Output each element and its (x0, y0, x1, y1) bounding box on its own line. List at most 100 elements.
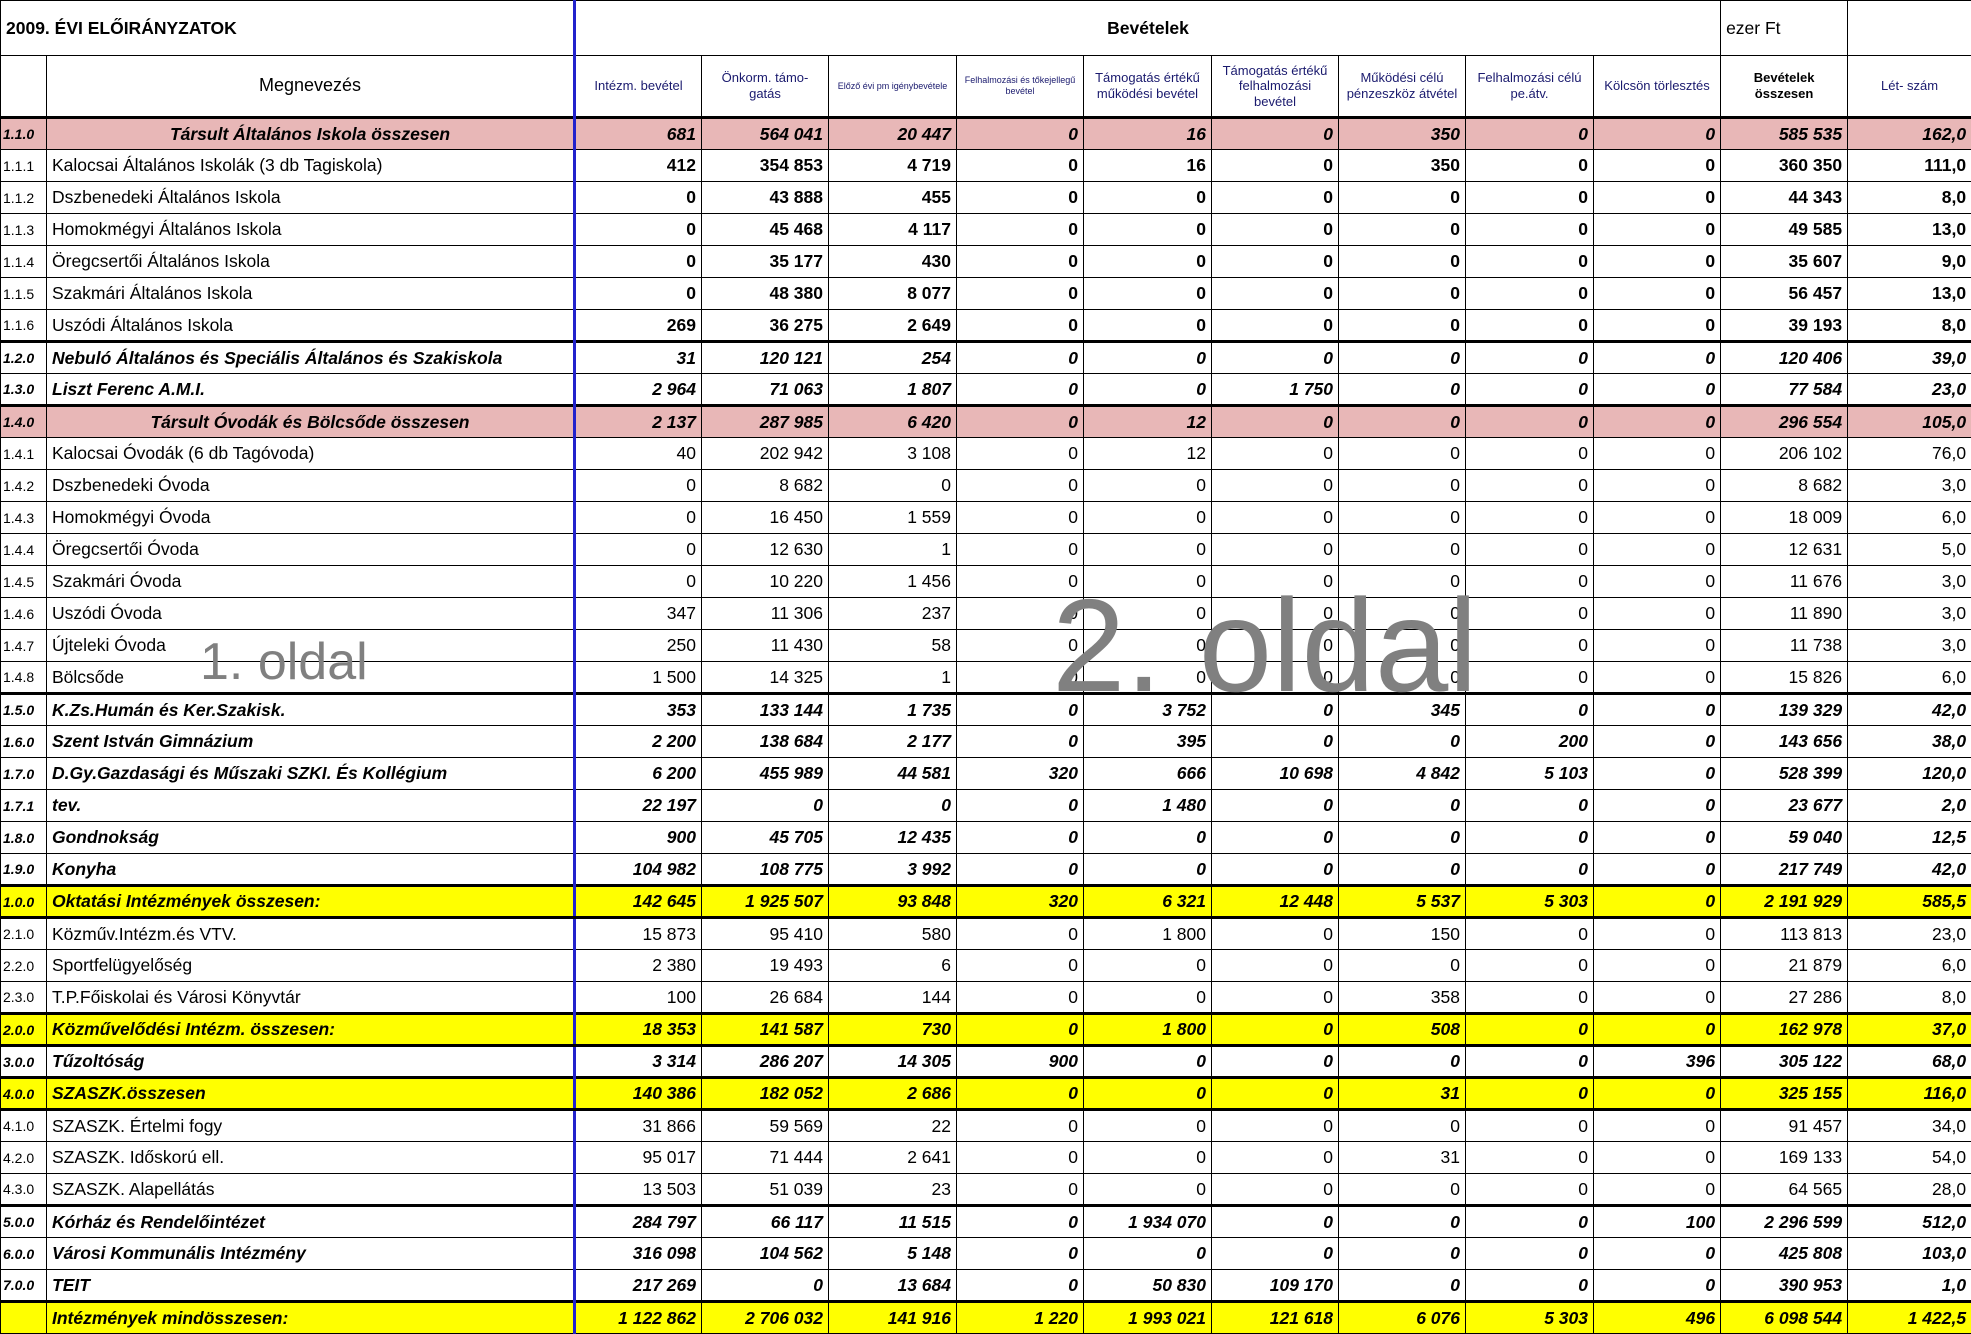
cell-value: 0 (956, 1076, 1084, 1111)
cell-value: 0 (1592, 340, 1722, 374)
cell-value: 31 866 (574, 1109, 702, 1142)
cell-value: 31 (574, 340, 702, 374)
cell-value: 162,0 (1847, 116, 1971, 150)
cell-value: 0 (956, 309, 1084, 342)
cell-value: 0 (956, 404, 1084, 438)
cell-value: 38,0 (1847, 725, 1971, 758)
cell-value: 430 (828, 245, 957, 278)
cell-value: 412 (574, 149, 702, 182)
cell-value: 325 155 (1720, 1076, 1849, 1111)
cell-value: 0 (956, 1141, 1084, 1174)
cell-value: 141 916 (828, 1300, 957, 1334)
row-code: 1.4.1 (0, 437, 47, 470)
table-row: 4.1.0 SZASZK. Értelmi fogy 31 866 59 569 22 0… (0, 1109, 1971, 1142)
cell-value: 1 559 (828, 501, 957, 534)
cell-value: 0 (1338, 277, 1466, 310)
cell-value: 0 (1465, 277, 1594, 310)
cell-value: 2 641 (828, 1141, 957, 1174)
row-code: 5.0.0 (0, 1204, 47, 1238)
cell-value: 0 (1211, 1204, 1339, 1238)
cell-value: 4 842 (1338, 757, 1466, 790)
row-code: 1.1.6 (0, 309, 47, 342)
cell-value: 3 752 (1083, 692, 1212, 726)
row-name: Dszbenedeki Általános Iskola (46, 181, 576, 214)
row-name: Tűzoltóság (46, 1045, 576, 1078)
cell-value: 585,5 (1847, 884, 1971, 919)
cell-value: 14 305 (828, 1045, 957, 1078)
table-row: 1.1.4 Öregcsertői Általános Iskola 0 35 177… (0, 245, 1971, 278)
cell-value: 2 191 929 (1720, 884, 1849, 919)
cell-value: 0 (1465, 821, 1594, 854)
cell-value: 580 (828, 917, 957, 950)
col-header-kolcson: Kölcsön törlesztés (1592, 55, 1722, 118)
cell-value: 91 457 (1720, 1109, 1849, 1142)
cell-value: 6,0 (1847, 949, 1971, 982)
cell-value: 0 (1465, 437, 1594, 470)
cell-value: 12 630 (701, 533, 829, 566)
cell-value: 44 343 (1720, 181, 1849, 214)
row-name: Oktatási Intézmények összesen: (46, 884, 576, 919)
table-row: 1.8.0 Gondnokság 900 45 705 12 435 0 0 0 0 0 0 59 0… (0, 821, 1971, 854)
table-row: 1.4.3 Homokmégyi Óvoda 0 16 450 1 559 0 0 0 0 0 0 1… (0, 501, 1971, 534)
table-row: 6.0.0 Városi Kommunális Intézmény 316 098 1… (0, 1237, 1971, 1270)
cell-value: 0 (1592, 884, 1722, 919)
row-name: Társult Általános Iskola összesen (46, 116, 576, 150)
cell-value: 0 (1592, 213, 1722, 246)
cell-value: 286 207 (701, 1045, 829, 1078)
cell-value: 138 684 (701, 725, 829, 758)
cell-value: 45 468 (701, 213, 829, 246)
cell-value: 0 (1211, 821, 1339, 854)
cell-value: 0 (956, 116, 1084, 150)
cell-value: 0 (1465, 373, 1594, 406)
cell-value: 345 (1338, 692, 1466, 726)
row-name: Homokmégyi Általános Iskola (46, 213, 576, 246)
cell-value: 0 (1211, 469, 1339, 502)
cell-value: 0 (1083, 1109, 1212, 1142)
cell-value: 12 435 (828, 821, 957, 854)
cell-value: 64 565 (1720, 1173, 1849, 1206)
row-name: TEIT (46, 1269, 576, 1302)
cell-value: 140 386 (574, 1076, 702, 1111)
cell-value: 121 618 (1211, 1300, 1339, 1334)
cell-value: 0 (1211, 404, 1339, 438)
cell-value: 206 102 (1720, 437, 1849, 470)
cell-value: 2 706 032 (701, 1300, 829, 1334)
cell-value: 0 (1083, 181, 1212, 214)
row-name: Öregcsertői Általános Iskola (46, 245, 576, 278)
cell-value: 0 (1211, 597, 1339, 630)
col-header-osszesen: Bevételek összesen (1720, 55, 1849, 118)
row-code: 6.0.0 (0, 1237, 47, 1270)
row-name: Kórház és Rendelőintézet (46, 1204, 576, 1238)
cell-value: 0 (1083, 1237, 1212, 1270)
cell-value: 0 (1083, 213, 1212, 246)
cell-value: 0 (1083, 565, 1212, 598)
cell-value: 20 447 (828, 116, 957, 150)
table-row: 1.0.0 Oktatási Intézmények összesen: 142 6… (0, 884, 1971, 919)
cell-value: 5 537 (1338, 884, 1466, 919)
cell-value: 0 (1465, 853, 1594, 886)
cell-value: 12,5 (1847, 821, 1971, 854)
cell-value: 8,0 (1847, 181, 1971, 214)
row-name: Városi Kommunális Intézmény (46, 1237, 576, 1270)
section-title: Bevételek (573, 0, 1722, 56)
row-name: Uszódi Óvoda (46, 597, 576, 630)
cell-value: 0 (1211, 1012, 1339, 1047)
cell-value: 0 (956, 597, 1084, 630)
row-name: Szakmári Óvoda (46, 565, 576, 598)
cell-value: 0 (1592, 629, 1722, 662)
row-name: Homokmégyi Óvoda (46, 501, 576, 534)
cell-value: 0 (1465, 1045, 1594, 1078)
cell-value: 0 (1211, 789, 1339, 822)
cell-value: 900 (574, 821, 702, 854)
cell-value: 0 (956, 1204, 1084, 1238)
cell-value: 11 515 (828, 1204, 957, 1238)
row-code: 1.4.2 (0, 469, 47, 502)
cell-value: 3,0 (1847, 565, 1971, 598)
row-code: 1.4.8 (0, 661, 47, 694)
col-header-name: Megnevezés (46, 55, 576, 118)
row-name: Szakmári Általános Iskola (46, 277, 576, 310)
cell-value: 50 830 (1083, 1269, 1212, 1302)
cell-value: 11 430 (701, 629, 829, 662)
cell-value: 0 (1338, 1045, 1466, 1078)
row-code: 4.3.0 (0, 1173, 47, 1206)
